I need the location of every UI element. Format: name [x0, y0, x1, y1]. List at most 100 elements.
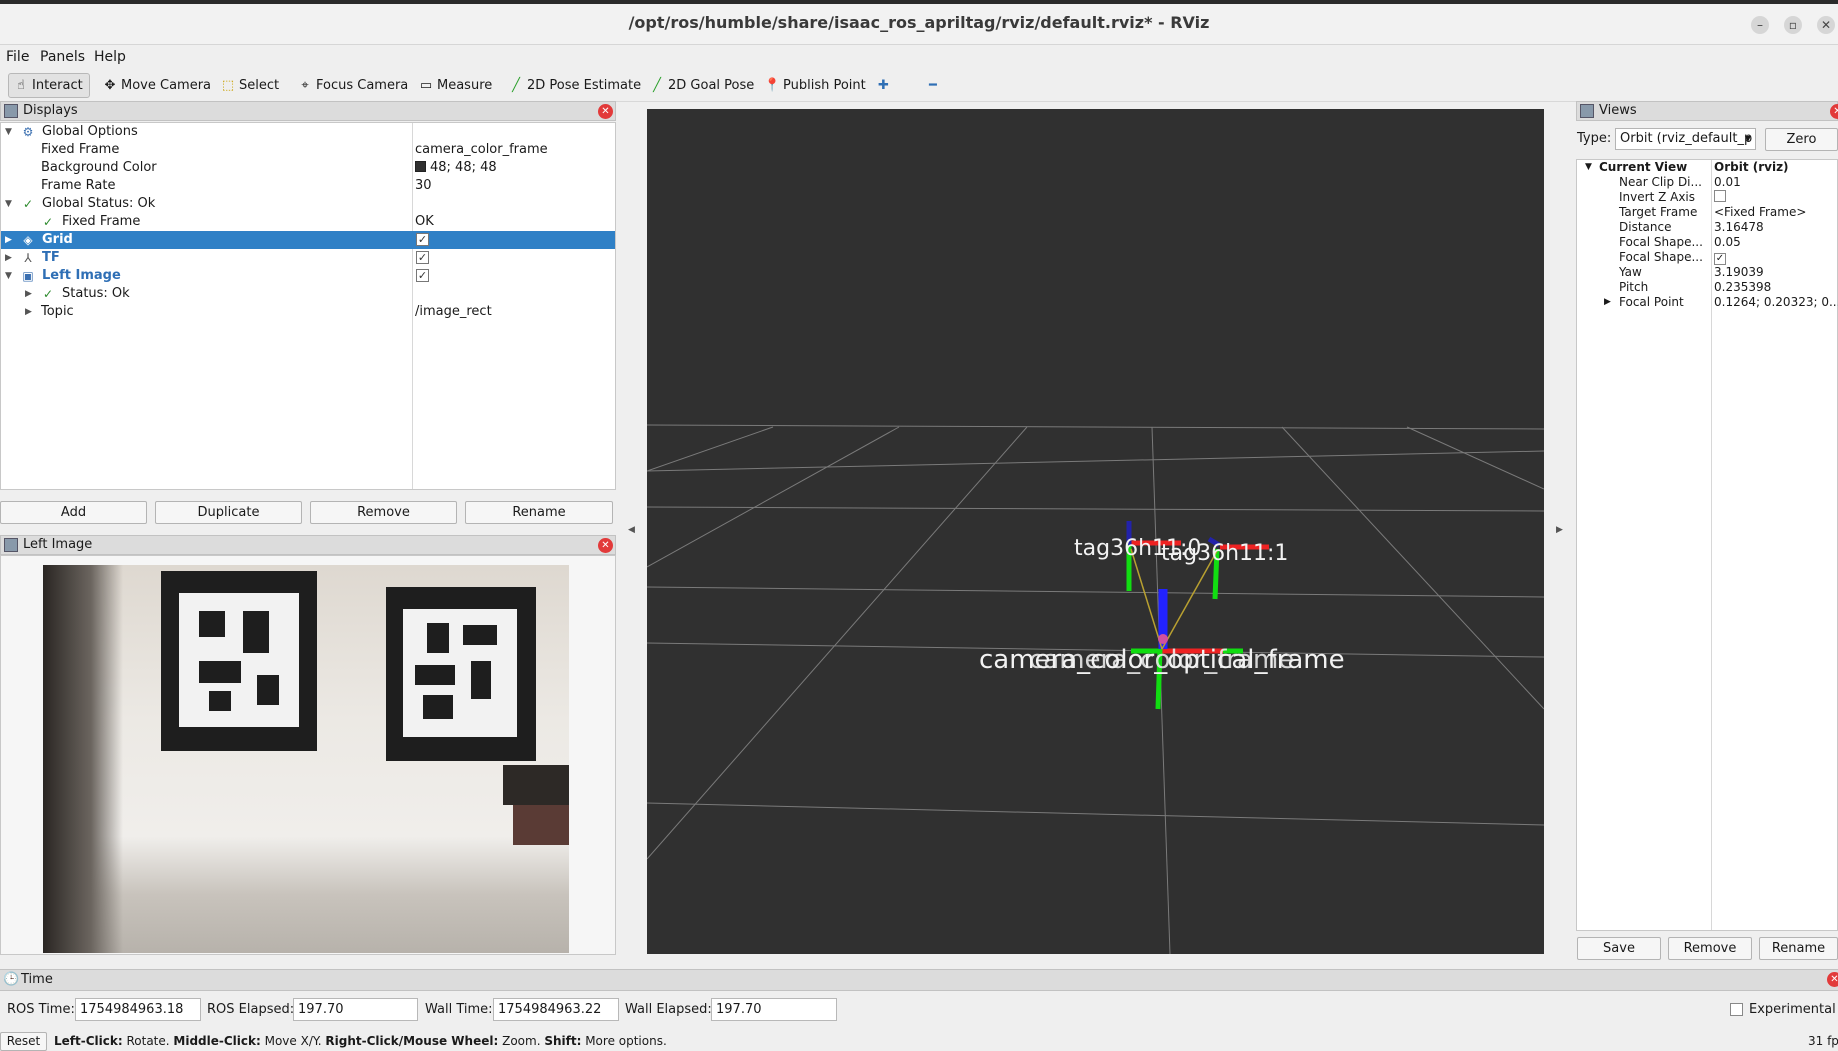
add-tool-icon[interactable]: ✚	[873, 73, 896, 98]
view-row[interactable]: Yaw 3.19039	[1577, 265, 1838, 280]
view-type-select[interactable]: Orbit (rviz_default_p ▼	[1615, 128, 1756, 150]
add-display-button[interactable]: Add	[0, 501, 147, 524]
goal-pose-tool[interactable]: ╱ 2D Goal Pose	[644, 73, 761, 98]
view-row-current[interactable]: ▼ Current View Orbit (rviz)	[1577, 160, 1838, 175]
apriltag-image	[161, 571, 569, 845]
tree-row-left-image-status[interactable]: ▶ ✓ Status: Ok	[1, 285, 615, 303]
select-tool[interactable]: ⬚ Select	[215, 73, 286, 98]
view-row[interactable]: Invert Z Axis	[1577, 190, 1838, 205]
tree-label: Focal Shape...	[1619, 250, 1703, 264]
tree-value[interactable]: 0.235398	[1714, 280, 1771, 295]
tree-row-global-options[interactable]: ▼ ⚙ Global Options	[1, 123, 615, 141]
tree-row-status-fixed-frame[interactable]: ✓ Fixed Frame OK	[1, 213, 615, 231]
tree-label: Invert Z Axis	[1619, 190, 1696, 204]
wall-time-field[interactable]: 1754984963.22	[493, 998, 619, 1021]
close-icon[interactable]: ✕	[1817, 16, 1835, 34]
wall-elapsed-field[interactable]: 197.70	[711, 998, 837, 1021]
close-icon[interactable]: ✕	[598, 104, 613, 119]
rename-display-button[interactable]: Rename	[465, 501, 613, 524]
close-icon[interactable]: ✕	[1827, 972, 1838, 987]
hint-text: Rotate.	[122, 1034, 174, 1048]
tree-value[interactable]: 3.19039	[1714, 265, 1764, 280]
tree-value[interactable]: 0.05	[1714, 235, 1741, 250]
close-icon[interactable]: ✕	[1830, 104, 1838, 119]
tree-value[interactable]: camera_color_frame	[415, 141, 548, 159]
invert-z-checkbox[interactable]	[1714, 190, 1726, 206]
wall-time-label: Wall Time:	[425, 1002, 493, 1017]
menu-file[interactable]: File	[6, 49, 29, 65]
measure-tool[interactable]: ▭ Measure	[413, 73, 499, 98]
tree-value[interactable]: 0.1264; 0.20323; 0...	[1714, 295, 1838, 310]
tree-label: Global Status: Ok	[42, 196, 156, 211]
ruler-icon: ▭	[419, 78, 433, 93]
view-row[interactable]: Focal Shape... 0.05	[1577, 235, 1838, 250]
expand-arrow-icon[interactable]: ▼	[5, 123, 15, 141]
tree-value[interactable]: 30	[415, 177, 432, 195]
remove-view-button[interactable]: Remove	[1668, 937, 1752, 960]
tree-label: Grid	[42, 232, 73, 247]
tree-value[interactable]: 0.01	[1714, 175, 1741, 190]
publish-point-tool[interactable]: 📍 Publish Point	[759, 73, 873, 98]
collapse-left-icon[interactable]: ◀	[628, 525, 635, 535]
grid-enabled-checkbox[interactable]: ✓	[416, 233, 429, 246]
interact-tool[interactable]: ☝ Interact	[8, 73, 90, 98]
experimental-checkbox[interactable]	[1730, 1003, 1743, 1016]
view-row[interactable]: ▶ Focal Point 0.1264; 0.20323; 0...	[1577, 295, 1838, 310]
view-row[interactable]: Pitch 0.235398	[1577, 280, 1838, 295]
view-row[interactable]: Near Clip Di... 0.01	[1577, 175, 1838, 190]
color-value[interactable]: 48; 48; 48	[415, 159, 497, 177]
expand-arrow-icon[interactable]: ▼	[5, 195, 15, 213]
tf-enabled-checkbox[interactable]: ✓	[416, 251, 429, 264]
view-row[interactable]: Focal Shape... ✓	[1577, 250, 1838, 265]
rename-view-button[interactable]: Rename	[1759, 937, 1838, 960]
tree-row-topic[interactable]: ▶ Topic /image_rect	[1, 303, 615, 321]
left-image-enabled-checkbox[interactable]: ✓	[416, 269, 429, 282]
tree-row-frame-rate[interactable]: Frame Rate 30	[1, 177, 615, 195]
maximize-icon[interactable]: ▫	[1784, 16, 1802, 34]
ros-time-field[interactable]: 1754984963.18	[75, 998, 201, 1021]
tree-row-background-color[interactable]: Background Color 48; 48; 48	[1, 159, 615, 177]
pose-estimate-label: 2D Pose Estimate	[527, 78, 642, 93]
tree-label: Global Options	[42, 124, 138, 139]
grid-icon: ◈	[23, 233, 33, 247]
tree-value[interactable]: /image_rect	[415, 303, 492, 321]
tree-value[interactable]: <Fixed Frame>	[1714, 205, 1806, 220]
remove-tool-icon[interactable]: ━	[924, 73, 944, 98]
collapse-arrow-icon[interactable]: ▶	[5, 231, 15, 249]
tree-row-left-image[interactable]: ▼ ▣ Left Image ✓	[1, 267, 615, 285]
tree-value[interactable]: 3.16478	[1714, 220, 1764, 235]
3d-viewport[interactable]: tag36h11:0 tag36h11:1 camera_color_optic…	[647, 109, 1544, 954]
move-camera-tool[interactable]: ✥ Move Camera	[97, 73, 218, 98]
camera-icon	[1580, 104, 1594, 118]
tree-row-global-status[interactable]: ▼ ✓ Global Status: Ok	[1, 195, 615, 213]
time-title: Time	[21, 972, 53, 987]
time-fields: ROS Time: 1754984963.18 ROS Elapsed: 197…	[0, 991, 1838, 1027]
collapse-arrow-icon[interactable]: ▶	[25, 285, 35, 303]
menu-help[interactable]: Help	[94, 49, 126, 65]
focus-camera-tool[interactable]: ⌖ Focus Camera	[292, 73, 415, 98]
collapse-arrow-icon[interactable]: ▶	[25, 303, 35, 321]
pose-estimate-tool[interactable]: ╱ 2D Pose Estimate	[503, 73, 648, 98]
ros-elapsed-field[interactable]: 197.70	[293, 998, 418, 1021]
view-row[interactable]: Distance 3.16478	[1577, 220, 1838, 235]
view-row[interactable]: Target Frame <Fixed Frame>	[1577, 205, 1838, 220]
close-icon[interactable]: ✕	[598, 538, 613, 553]
tree-row-grid[interactable]: ▶ ◈ Grid ✓	[1, 231, 615, 249]
tree-row-tf[interactable]: ▶ ⅄ TF ✓	[1, 249, 615, 267]
tree-row-fixed-frame[interactable]: Fixed Frame camera_color_frame	[1, 141, 615, 159]
collapse-right-icon[interactable]: ▶	[1556, 525, 1563, 535]
minimize-icon[interactable]: –	[1751, 16, 1769, 34]
views-title: Views	[1599, 103, 1637, 118]
reset-button[interactable]: Reset	[0, 1032, 47, 1051]
menu-panels[interactable]: Panels	[40, 49, 85, 65]
expand-arrow-icon[interactable]: ▼	[5, 267, 15, 285]
collapse-arrow-icon[interactable]: ▶	[1604, 295, 1611, 310]
remove-display-button[interactable]: Remove	[310, 501, 457, 524]
save-view-button[interactable]: Save	[1577, 937, 1661, 960]
collapse-arrow-icon[interactable]: ▶	[5, 249, 15, 267]
zero-button[interactable]: Zero	[1765, 128, 1838, 151]
duplicate-display-button[interactable]: Duplicate	[155, 501, 302, 524]
hint-text: More options.	[581, 1034, 667, 1048]
focal-shape-checkbox[interactable]: ✓	[1714, 250, 1726, 265]
expand-arrow-icon[interactable]: ▼	[1585, 160, 1592, 175]
